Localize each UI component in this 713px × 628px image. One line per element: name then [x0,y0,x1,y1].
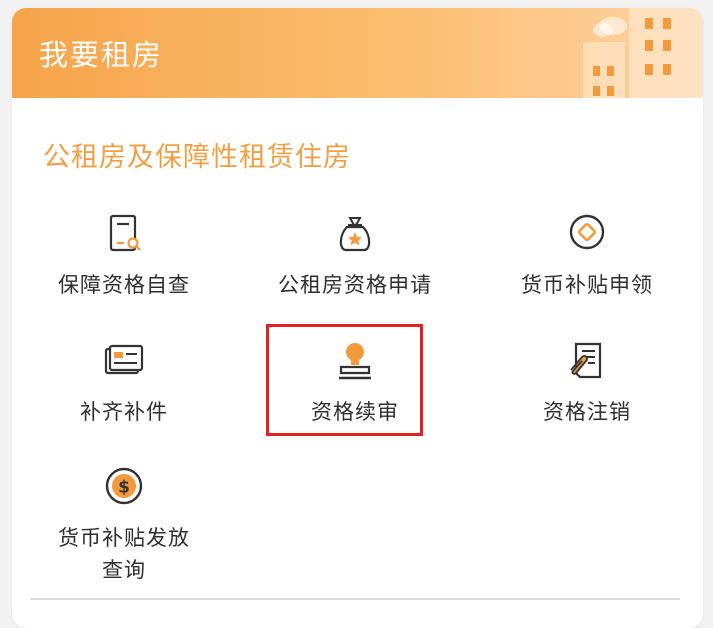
menu-item-label: 资格续审 [311,400,399,424]
menu-item-qualification-cancellation[interactable]: 资格注销 [477,340,697,428]
building-decoration-icon [583,8,703,98]
menu-item-public-rental-application[interactable]: 公租房资格申请 [245,213,465,301]
money-bag-star-icon [339,217,371,252]
menu-item-qualification-renewal[interactable]: 资格续审 [245,340,465,428]
menu-item-label: 资格注销 [543,400,631,424]
header-title: 我要租房 [39,38,164,72]
menu-item-label: 公租房资格申请 [278,273,432,297]
document-clip-icon [570,342,602,379]
menu-item-label: 补齐补件 [80,400,168,424]
diamond-coin-icon [569,214,605,250]
menu-item-label: 保障资格自查 [58,273,190,297]
bottom-divider [30,598,680,600]
menu-item-label-group: 货币补贴发放 查询 [14,522,234,586]
document-search-icon [109,214,141,252]
menu-item-eligibility-self-check[interactable]: 保障资格自查 [14,213,234,301]
menu-item-label-line2: 查询 [102,558,146,582]
stamp-icon [339,343,371,380]
menu-item-supplement-documents[interactable]: 补齐补件 [14,340,234,428]
dollar-coin-icon: $ [105,467,143,505]
rental-card: 我要租房 公租房及保障性租赁住房 保障资格自查 公租房资格申请 货币补贴申领 补… [12,8,703,628]
menu-item-label-line1: 货币补贴发放 [58,526,190,550]
id-card-icon [104,344,144,375]
menu-item-subsidy-claim[interactable]: 货币补贴申领 [477,213,697,301]
menu-item-subsidy-payment-query[interactable]: $ 货币补贴发放 查询 [14,466,234,586]
card-header: 我要租房 [12,8,703,98]
menu-item-label: 货币补贴申领 [521,273,653,297]
section-title: 公租房及保障性租赁住房 [43,142,351,173]
svg-text:$: $ [118,478,130,498]
